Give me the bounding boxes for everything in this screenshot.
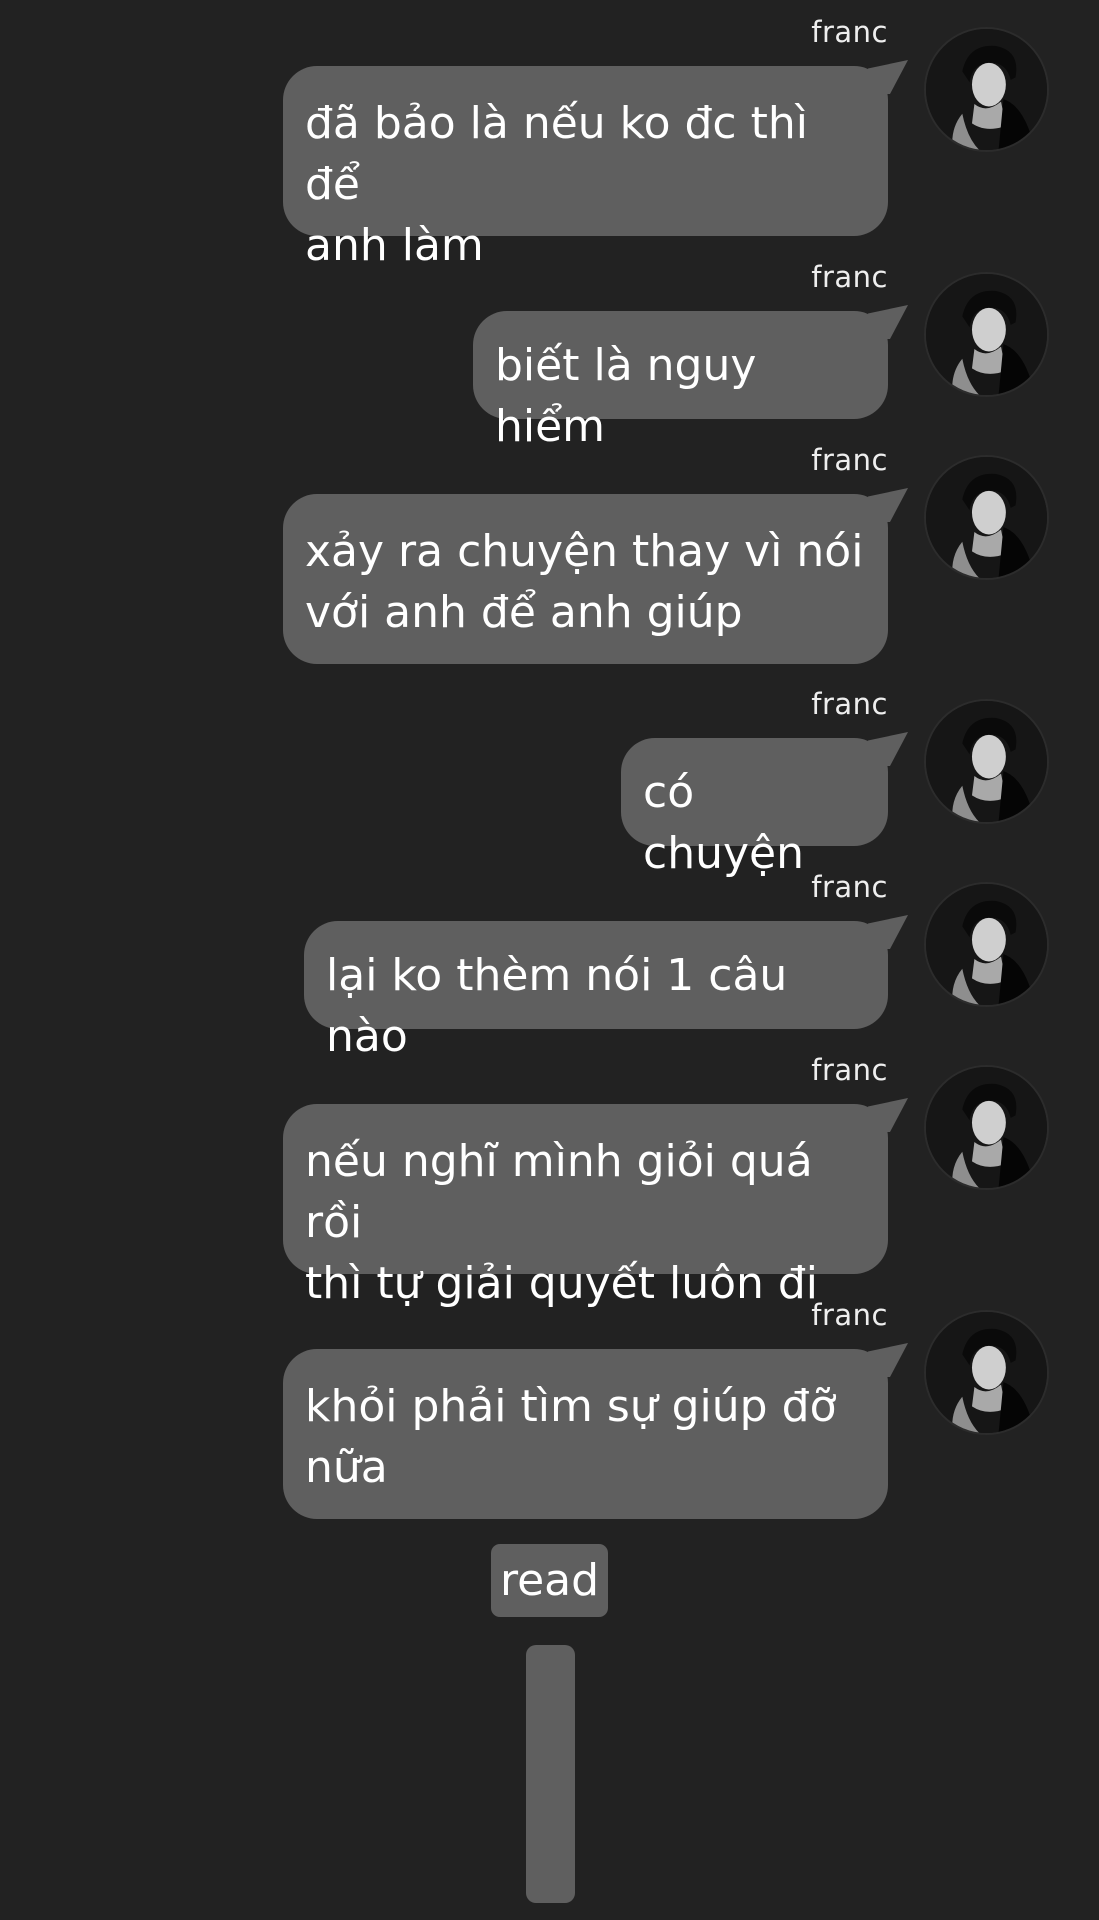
read-receipt-badge: read xyxy=(491,1544,608,1617)
sender-name: franc xyxy=(811,443,888,477)
message-bubble[interactable]: lại ko thèm nói 1 câu nào xyxy=(304,921,888,1062)
avatar-image xyxy=(926,457,1047,578)
avatar-image xyxy=(926,29,1047,150)
message-row: franc xảy ra chuyện thay vì nói với anh … xyxy=(0,442,1099,664)
sender-name: franc xyxy=(811,870,888,904)
avatar-icon[interactable] xyxy=(924,27,1049,152)
avatar-icon[interactable] xyxy=(924,272,1049,397)
avatar-image xyxy=(926,274,1047,395)
sender-name: franc xyxy=(811,15,888,49)
message-row: franc có chuyện xyxy=(0,686,1099,879)
sender-name: franc xyxy=(811,687,888,721)
message-row: franc đã bảo là nếu ko đc thì để anh làm xyxy=(0,14,1099,271)
sender-name: franc xyxy=(811,1298,888,1332)
message-bubble[interactable]: nếu nghĩ mình giỏi quá rồi thì tự giải q… xyxy=(283,1104,888,1309)
avatar-image xyxy=(926,884,1047,1005)
avatar-icon[interactable] xyxy=(924,1065,1049,1190)
message-row: franc biết là nguy hiểm xyxy=(0,259,1099,452)
sender-name: franc xyxy=(811,260,888,294)
message-bubble[interactable]: khỏi phải tìm sự giúp đỡ nữa xyxy=(283,1349,888,1519)
message-bubble[interactable]: biết là nguy hiểm xyxy=(473,311,888,452)
message-bubble[interactable]: có chuyện xyxy=(621,738,888,879)
message-bubble[interactable]: xảy ra chuyện thay vì nói với anh để anh… xyxy=(283,494,888,664)
sender-name: franc xyxy=(811,1053,888,1087)
typing-indicator-bar xyxy=(526,1645,575,1903)
avatar-image xyxy=(926,1312,1047,1433)
avatar-icon[interactable] xyxy=(924,455,1049,580)
avatar-icon[interactable] xyxy=(924,882,1049,1007)
message-row: franc nếu nghĩ mình giỏi quá rồi thì tự … xyxy=(0,1052,1099,1309)
chat-thread: franc đã bảo là nếu ko đc thì để anh làm… xyxy=(0,0,1099,1920)
message-row: franc lại ko thèm nói 1 câu nào xyxy=(0,869,1099,1062)
message-bubble[interactable]: đã bảo là nếu ko đc thì để anh làm xyxy=(283,66,888,271)
avatar-icon[interactable] xyxy=(924,1310,1049,1435)
avatar-image xyxy=(926,1067,1047,1188)
avatar-image xyxy=(926,701,1047,822)
message-row: franc khỏi phải tìm sự giúp đỡ nữa xyxy=(0,1297,1099,1519)
avatar-icon[interactable] xyxy=(924,699,1049,824)
